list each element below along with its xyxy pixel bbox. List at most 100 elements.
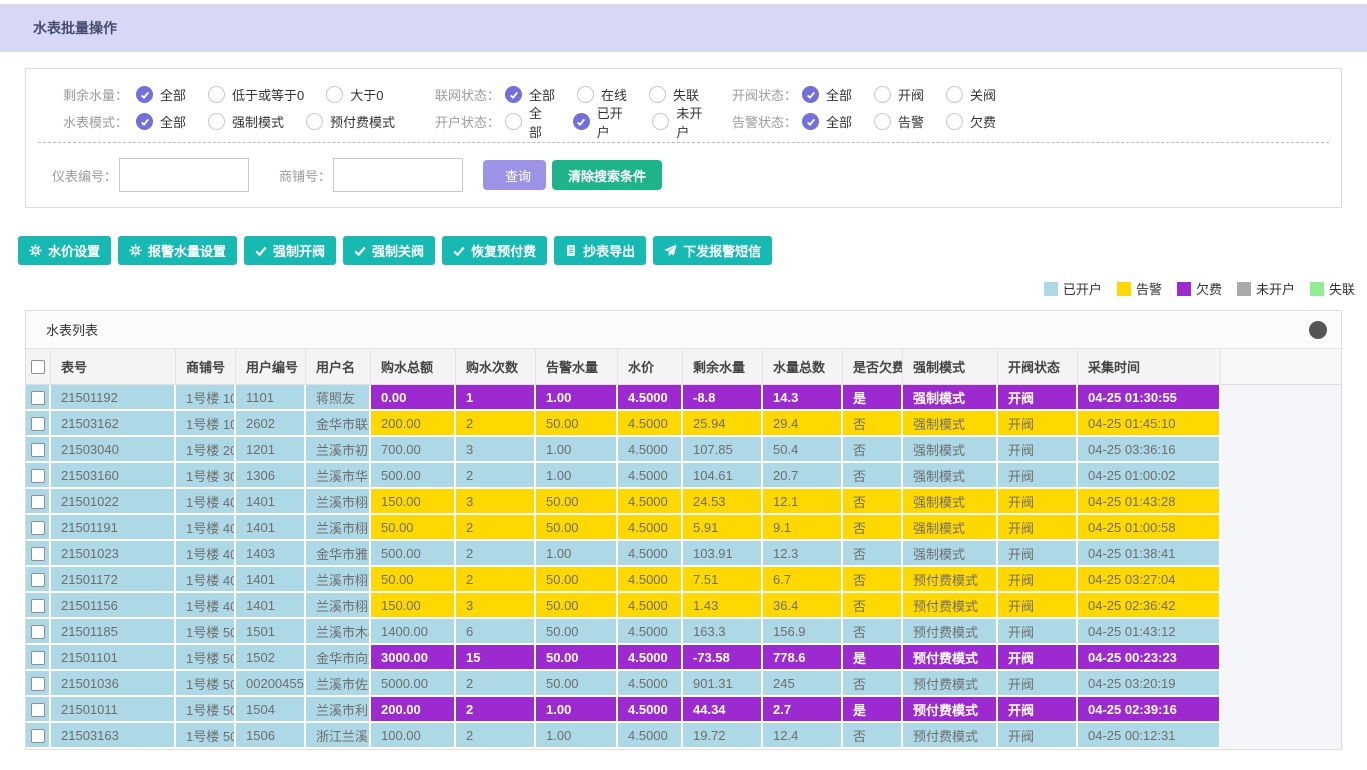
radio-icon[interactable] (652, 113, 669, 130)
radio-option[interactable]: 在线 (577, 85, 627, 104)
table-cell: 兰溪市初心饭 (306, 437, 371, 463)
row-filler (1221, 437, 1341, 463)
table-cell: 否 (843, 411, 903, 437)
table-cell: 50.4 (763, 437, 843, 463)
table-header-row: 表号商铺号用户编号用户名购水总额购水次数告警水量水价剩余水量水量总数是否欠费强制… (26, 349, 1341, 385)
table-cell: 1.00 (536, 385, 618, 411)
row-checkbox[interactable] (31, 625, 45, 639)
radio-icon[interactable] (306, 113, 323, 130)
action-button[interactable]: 水价设置 (18, 236, 111, 265)
table-cell: 500.00 (371, 463, 456, 489)
table-cell: 04-25 02:39:16 (1078, 697, 1221, 723)
table-cell: 1.00 (536, 541, 618, 567)
clear-search-button[interactable]: 清除搜索条件 (552, 160, 662, 190)
action-button[interactable]: 恢复预付费 (442, 236, 547, 265)
radio-option[interactable]: 已开户 (573, 103, 631, 141)
table-cell: 04-25 03:27:04 (1078, 567, 1221, 593)
row-checkbox[interactable] (31, 573, 45, 587)
radio-option[interactable]: 强制模式 (208, 112, 284, 131)
row-checkbox[interactable] (31, 391, 45, 405)
query-button[interactable]: 查询 (483, 160, 546, 190)
radio-option[interactable]: 告警 (874, 112, 924, 131)
radio-icon[interactable] (946, 86, 963, 103)
radio-option-label: 已开户 (597, 103, 631, 141)
table-cell: 04-25 01:38:41 (1078, 541, 1221, 567)
action-button[interactable]: 强制关阀 (343, 236, 435, 265)
action-button[interactable]: 报警水量设置 (118, 236, 237, 265)
radio-option[interactable]: 未开户 (652, 103, 710, 141)
table-cell: 21501192 (51, 385, 176, 411)
row-checkbox[interactable] (31, 599, 45, 613)
radio-icon[interactable] (208, 113, 225, 130)
radio-icon[interactable] (136, 113, 153, 130)
radio-icon[interactable] (136, 86, 153, 103)
table-cell: 兰溪市栩可锁 (306, 515, 371, 541)
action-button[interactable]: 下发报警短信 (653, 236, 772, 265)
page-title: 水表批量操作 (33, 18, 117, 38)
table-cell: 1号楼 401 (176, 489, 236, 515)
radio-option[interactable]: 全部 (802, 112, 852, 131)
radio-option[interactable]: 全部 (136, 85, 186, 104)
table-row: 215011851号楼 5011501兰溪市木榕科1400.00650.004.… (26, 619, 1341, 645)
radio-icon[interactable] (802, 86, 819, 103)
row-checkbox[interactable] (31, 703, 45, 717)
row-checkbox[interactable] (31, 417, 45, 431)
radio-option-label: 未开户 (676, 103, 710, 141)
radio-icon[interactable] (577, 86, 594, 103)
table-cell: 12.3 (763, 541, 843, 567)
radio-icon[interactable] (874, 86, 891, 103)
table-cell: 4.5000 (618, 437, 683, 463)
radio-option[interactable]: 全部 (802, 85, 852, 104)
radio-option[interactable]: 全部 (505, 103, 551, 141)
radio-icon[interactable] (802, 113, 819, 130)
legend: 已开户告警欠费未开户失联 (0, 279, 1355, 298)
radio-option[interactable]: 失联 (649, 85, 699, 104)
radio-option[interactable]: 全部 (136, 112, 186, 131)
radio-icon[interactable] (505, 113, 522, 130)
table-cell: 1号楼 306 (176, 463, 236, 489)
radio-icon[interactable] (946, 113, 963, 130)
table-cell: 兰溪市华澜工 (306, 463, 371, 489)
table-cell: 1504 (236, 697, 306, 723)
radio-option[interactable]: 大于0 (326, 85, 383, 104)
row-checkbox[interactable] (31, 495, 45, 509)
table-row: 215031601号楼 3061306兰溪市华澜工500.0021.004.50… (26, 463, 1341, 489)
radio-option[interactable]: 低于或等于0 (208, 85, 304, 104)
row-checkbox[interactable] (31, 651, 45, 665)
action-button[interactable]: 强制开阀 (244, 236, 336, 265)
radio-icon[interactable] (874, 113, 891, 130)
radio-option[interactable]: 预付费模式 (306, 112, 395, 131)
table-cell: 4.5000 (618, 385, 683, 411)
action-button[interactable]: 抄表导出 (554, 236, 646, 265)
radio-option-label: 失联 (673, 85, 699, 104)
radio-option[interactable]: 开阀 (874, 85, 924, 104)
radio-icon[interactable] (326, 86, 343, 103)
meter-no-input[interactable] (119, 158, 249, 192)
radio-icon[interactable] (208, 86, 225, 103)
radio-icon[interactable] (573, 113, 590, 130)
table-cell: 开阀 (998, 489, 1078, 515)
collapse-panel-button[interactable] (1309, 321, 1327, 339)
shop-no-input[interactable] (333, 158, 463, 192)
row-checkbox[interactable] (31, 729, 45, 743)
row-checkbox[interactable] (31, 521, 45, 535)
row-checkbox[interactable] (31, 469, 45, 483)
row-checkbox[interactable] (31, 443, 45, 457)
table-cell: 50.00 (536, 567, 618, 593)
row-filler (1221, 697, 1341, 723)
table-cell: 50.00 (536, 671, 618, 697)
row-filler (1221, 411, 1341, 437)
table-cell: 否 (843, 723, 903, 749)
radio-icon[interactable] (505, 86, 522, 103)
radio-option[interactable]: 全部 (505, 85, 555, 104)
row-checkbox-cell (26, 697, 51, 723)
radio-icon[interactable] (649, 86, 666, 103)
radio-option[interactable]: 关阀 (946, 85, 996, 104)
select-all-checkbox[interactable] (31, 360, 45, 374)
table-row: 215011561号楼 4061401兰溪市栩可锁150.00350.004.5… (26, 593, 1341, 619)
table-cell: 21503160 (51, 463, 176, 489)
table-cell: 44.34 (683, 697, 763, 723)
radio-option[interactable]: 欠费 (946, 112, 996, 131)
row-checkbox[interactable] (31, 677, 45, 691)
row-checkbox[interactable] (31, 547, 45, 561)
